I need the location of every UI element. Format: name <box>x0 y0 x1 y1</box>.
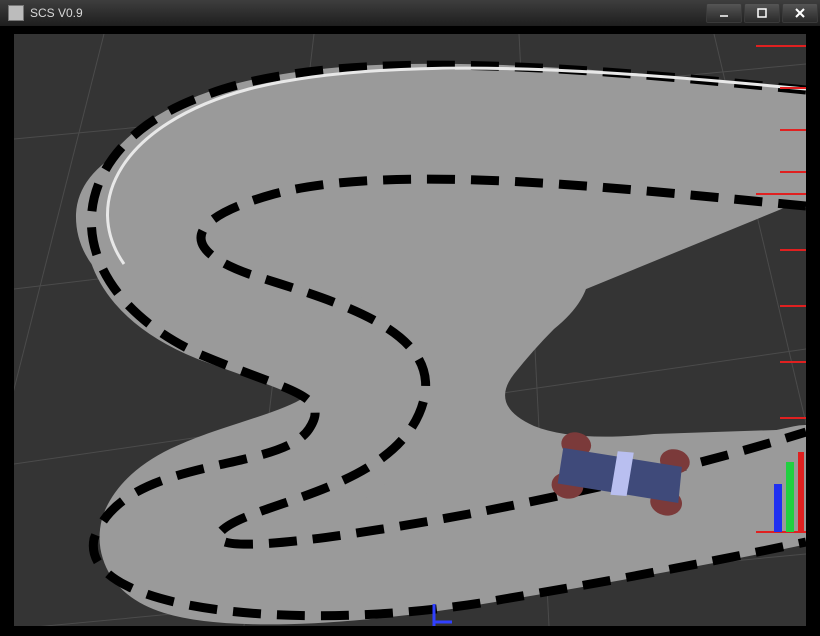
minimize-button[interactable] <box>706 3 742 23</box>
close-button[interactable] <box>782 3 818 23</box>
window-titlebar: SCS V0.9 <box>0 0 820 27</box>
window-title: SCS V0.9 <box>30 6 706 20</box>
maximize-button[interactable] <box>744 3 780 23</box>
app-icon <box>8 5 24 21</box>
hud-bar-green <box>786 462 794 532</box>
game-viewport[interactable] <box>14 34 806 626</box>
client-area <box>0 26 820 636</box>
hud-bar-red <box>798 452 804 532</box>
hud-bar-blue <box>774 484 782 532</box>
